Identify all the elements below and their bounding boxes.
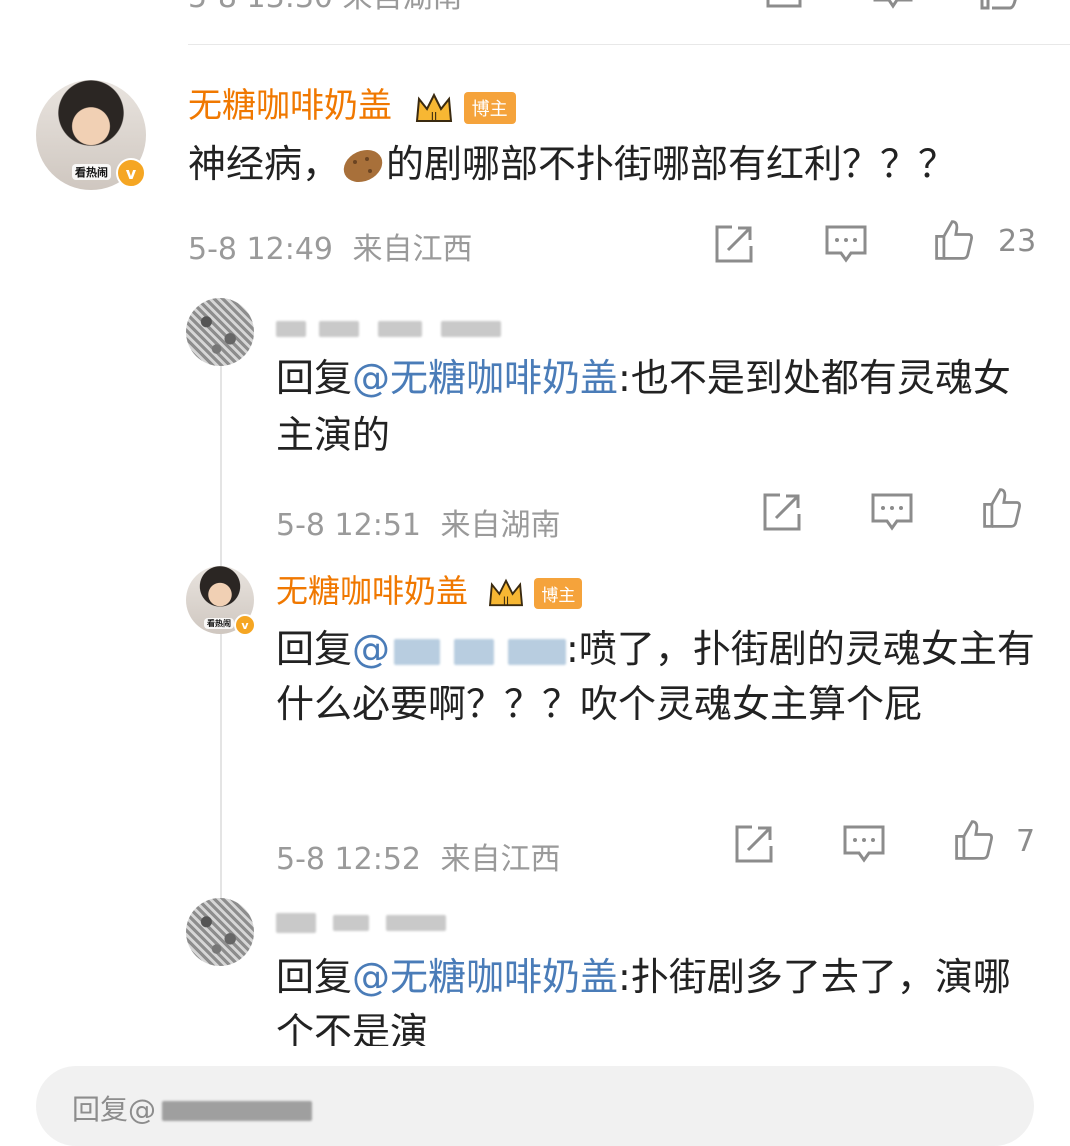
comment-location: 来自湖南 xyxy=(440,508,561,543)
mention-obscured xyxy=(390,627,567,671)
potato-emoji xyxy=(340,144,386,184)
reply-prefix: 回复 xyxy=(276,356,353,400)
reply-text: 回复@:喷了，扑街剧的灵魂女主有什么必要啊？？？吹个灵魂女主算个屁 xyxy=(276,622,1046,732)
comment-meta: 5-8 12:52 来自江西 xyxy=(276,834,561,878)
username-obscured xyxy=(276,912,447,933)
reply-prefix: 回复 xyxy=(276,627,353,671)
comment-icon[interactable] xyxy=(873,0,913,12)
verified-badge: v xyxy=(116,158,146,188)
crown-level: II xyxy=(503,595,509,607)
like-count: 23 xyxy=(998,224,1037,259)
crown-icon: II xyxy=(488,577,524,609)
comment-meta: 5-8 12:51 来自湖南 xyxy=(276,500,561,544)
comment-text-part: 的剧哪部不扑街哪部有红利？？？ xyxy=(386,142,957,186)
username[interactable]: 无糖咖啡奶盖 xyxy=(276,572,468,610)
verified-badge: v xyxy=(234,614,256,636)
comment-time: 5-8 12:52 xyxy=(276,842,421,877)
like-count: 7 xyxy=(1016,824,1036,859)
comment-time: 5-8 12:49 xyxy=(188,232,333,267)
mention-link[interactable]: @无糖咖啡奶盖 xyxy=(352,356,618,400)
comment-icon[interactable] xyxy=(870,490,914,534)
like-icon[interactable] xyxy=(980,486,1024,530)
avatar[interactable] xyxy=(186,898,254,966)
reply-thread-line xyxy=(220,365,222,925)
username-obscured xyxy=(276,318,502,337)
comment-meta: 5-8 12:49 来自江西 xyxy=(188,224,473,268)
mention-link[interactable]: @ xyxy=(352,627,390,671)
reply-input-placeholder[interactable]: 回复@ xyxy=(72,1088,313,1128)
like-icon[interactable] xyxy=(952,818,996,862)
crown-icon: II xyxy=(415,91,453,125)
reply-prefix: 回复 xyxy=(276,955,353,999)
reply-text: 回复@无糖咖啡奶盖:扑街剧多了去了，演哪个不是演 xyxy=(276,950,1036,1046)
like-icon[interactable] xyxy=(932,218,976,262)
blogger-badge: 博主 xyxy=(534,577,583,609)
avatar-caption: 看热闹 xyxy=(204,618,234,629)
comment-icon[interactable] xyxy=(824,222,868,266)
comment-text: 神经病， 的剧哪部不扑街哪部有红利？？？ xyxy=(188,136,956,193)
comment-time: 5-8 12:51 xyxy=(276,508,421,543)
share-icon[interactable] xyxy=(712,222,756,266)
blogger-badge: 博主 xyxy=(463,91,516,124)
reply-input-prefix: 回复@ xyxy=(72,1093,157,1126)
avatar-caption: 看热闹 xyxy=(72,164,111,180)
mention-link[interactable]: @无糖咖啡奶盖 xyxy=(352,955,618,999)
username[interactable]: 无糖咖啡奶盖 xyxy=(188,86,392,126)
previous-comment-meta: 5-8 13:30 来自湖南 xyxy=(188,0,463,16)
crown-level: II xyxy=(431,110,438,123)
avatar[interactable] xyxy=(186,298,254,366)
share-icon[interactable] xyxy=(732,822,776,866)
share-icon[interactable] xyxy=(760,490,804,534)
comment-icon[interactable] xyxy=(842,822,886,866)
comment-divider xyxy=(188,44,1070,45)
comment-header: 无糖咖啡奶盖 II 博主 xyxy=(188,78,516,127)
comment-location: 来自江西 xyxy=(352,232,473,267)
comment-text-part: 神经病， xyxy=(188,142,341,186)
share-icon[interactable] xyxy=(764,0,804,12)
like-icon[interactable] xyxy=(980,0,1020,12)
comment-location: 来自江西 xyxy=(440,842,561,877)
comment-header: 无糖咖啡奶盖 II 博主 xyxy=(276,566,583,612)
reply-text: 回复@无糖咖啡奶盖:也不是到处都有灵魂女主演的 xyxy=(276,350,1036,464)
